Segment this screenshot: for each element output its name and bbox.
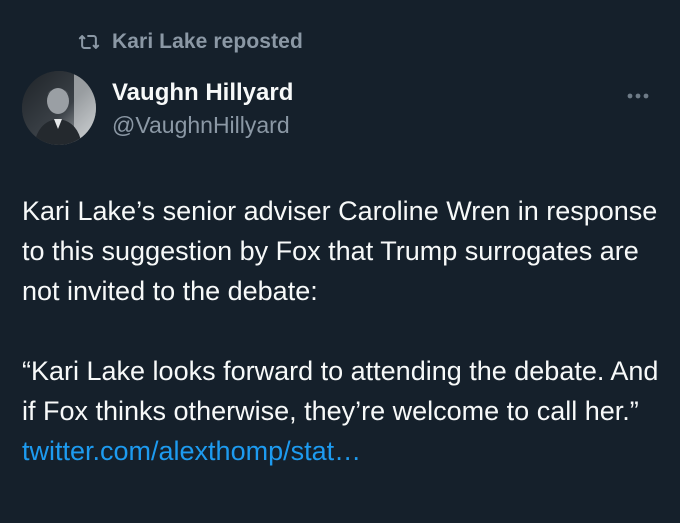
author-info[interactable]: Vaughn Hillyard @VaughnHillyard xyxy=(112,78,293,140)
tweet-card[interactable]: Kari Lake reposted Vaughn Hillyard @Vaug… xyxy=(0,0,680,523)
repost-indicator[interactable]: Kari Lake reposted xyxy=(78,28,303,56)
repost-icon xyxy=(78,31,100,53)
tweet-link[interactable]: twitter.com/alexthomp/stat… xyxy=(22,436,361,466)
avatar[interactable] xyxy=(22,71,96,145)
tweet-quote-text: “Kari Lake looks forward to attending th… xyxy=(22,356,659,426)
more-options-icon[interactable] xyxy=(620,84,656,108)
repost-label: Kari Lake reposted xyxy=(112,30,303,53)
author-handle[interactable]: @VaughnHillyard xyxy=(112,110,293,140)
author-display-name[interactable]: Vaughn Hillyard xyxy=(112,78,293,108)
tweet-paragraph-quote: “Kari Lake looks forward to attending th… xyxy=(22,351,662,471)
tweet-text: Kari Lake’s senior adviser Caroline Wren… xyxy=(22,191,662,471)
tweet-paragraph: Kari Lake’s senior adviser Caroline Wren… xyxy=(22,196,658,306)
